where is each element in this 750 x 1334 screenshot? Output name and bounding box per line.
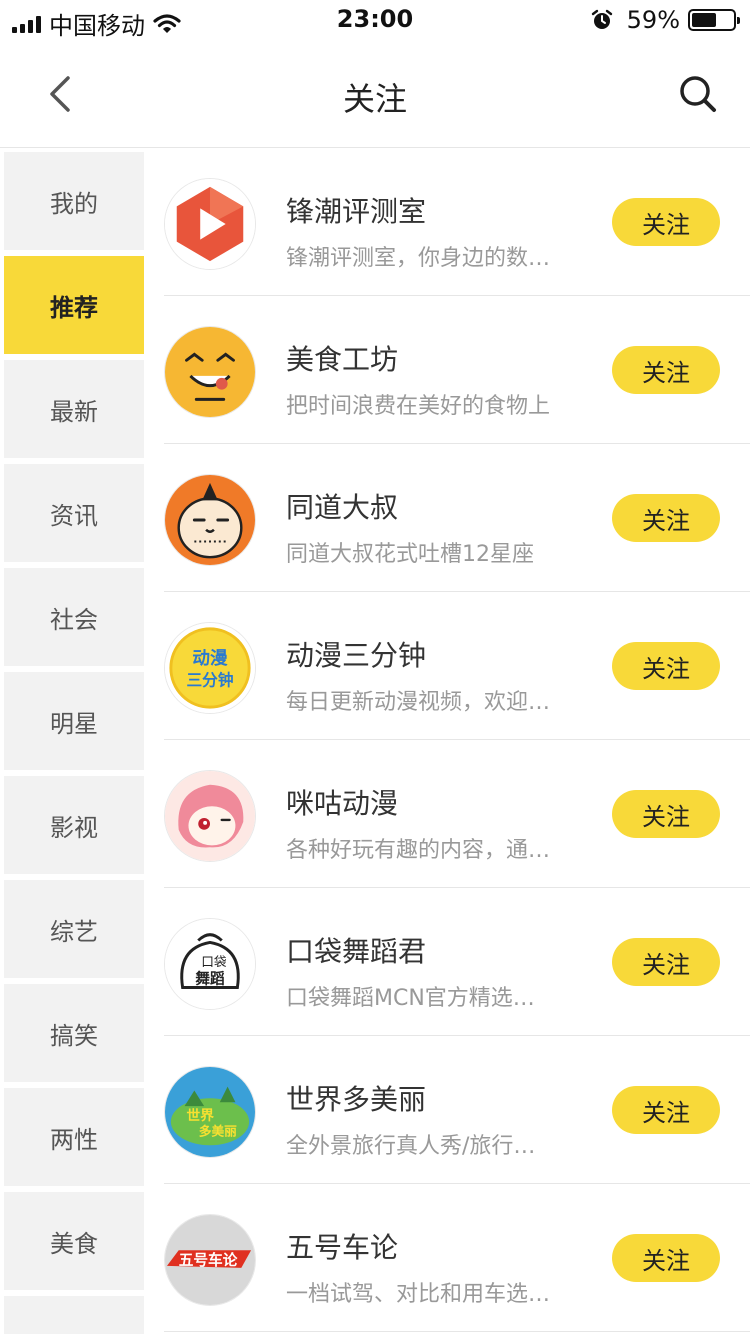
follow-button[interactable]: 关注 bbox=[612, 346, 720, 394]
account-row[interactable]: 动漫 三分钟 动漫三分钟 每日更新动漫视频，欢迎… 关注 bbox=[164, 592, 750, 740]
follow-button[interactable]: 关注 bbox=[612, 938, 720, 986]
battery-percent: 59% bbox=[626, 6, 680, 34]
follow-button[interactable]: 关注 bbox=[612, 642, 720, 690]
search-icon[interactable] bbox=[678, 74, 718, 114]
account-row[interactable]: 锋潮评测室锋潮评测室，你身边的数… 关注 bbox=[164, 148, 750, 296]
logo-line-1: 五号车论 bbox=[179, 1251, 238, 1269]
account-name: 锋潮评测室 bbox=[286, 195, 427, 228]
account-row[interactable]: 美食工坊把时间浪费在美好的食物上 关注 bbox=[164, 296, 750, 444]
account-avatar[interactable] bbox=[164, 178, 256, 270]
sidebar-item[interactable]: 美食 bbox=[4, 1192, 144, 1290]
account-list: 锋潮评测室 锋潮评测室，你身边的数… 关注 美食工坊 把时间浪费在美好的食物上 关注 同… bbox=[164, 148, 750, 1334]
sidebar-item[interactable]: 我的 bbox=[4, 152, 144, 250]
sidebar-item[interactable]: 综艺 bbox=[4, 880, 144, 978]
account-avatar[interactable] bbox=[164, 326, 256, 418]
logo-line-1: 口袋 bbox=[201, 954, 227, 969]
account-description: 锋潮评测室，你身边的数… bbox=[286, 246, 551, 271]
account-description: 口袋舞蹈MCN官方精选… bbox=[286, 986, 535, 1011]
account-avatar[interactable]: 口袋 舞蹈 bbox=[164, 918, 256, 1010]
page-title: 关注 bbox=[342, 80, 407, 118]
account-row[interactable]: 咪咕动漫各种好玩有趣的内容，通… 关注 bbox=[164, 740, 750, 888]
account-avatar[interactable] bbox=[164, 770, 256, 862]
account-row[interactable]: 世界 多美丽 世界多美丽全外景旅行真人秀/旅行… 关注 bbox=[164, 1036, 750, 1184]
account-name: 五号车论 bbox=[286, 1231, 399, 1264]
category-sidebar: 我的 推荐 最新 资讯 社会 明星 影视 综艺 搞笑 两性 美食 bbox=[0, 148, 150, 1334]
account-avatar[interactable]: 动漫 三分钟 bbox=[164, 622, 256, 714]
account-row[interactable]: 五号车论 五号车论一档试驾、对比和用车选… 关注 bbox=[164, 1184, 750, 1332]
follow-button[interactable]: 关注 bbox=[612, 198, 720, 246]
sidebar-item[interactable]: 最新 bbox=[4, 360, 144, 458]
battery-icon bbox=[688, 9, 740, 31]
account-row[interactable]: 口袋 舞蹈 口袋舞蹈君口袋舞蹈MCN官方精选… 关注 bbox=[164, 888, 750, 1036]
sidebar-item[interactable]: 搞笑 bbox=[4, 984, 144, 1082]
sidebar-item-partial[interactable] bbox=[4, 1296, 144, 1334]
account-row[interactable]: 同道大叔同道大叔花式吐槽12星座 关注 bbox=[164, 444, 750, 592]
follow-button[interactable]: 关注 bbox=[612, 1234, 720, 1282]
account-name: 世界多美丽 bbox=[286, 1083, 427, 1116]
logo-line-2: 多美丽 bbox=[199, 1123, 237, 1138]
logo-line-1: 动漫 bbox=[192, 648, 228, 669]
status-right: 59% bbox=[591, 6, 740, 34]
account-name: 咪咕动漫 bbox=[286, 787, 399, 820]
account-description: 每日更新动漫视频，欢迎… bbox=[286, 690, 551, 715]
alarm-icon bbox=[591, 9, 612, 29]
account-name: 美食工坊 bbox=[286, 343, 399, 376]
battery-fill bbox=[692, 13, 716, 27]
sidebar-item[interactable]: 推荐 bbox=[4, 256, 144, 354]
account-description: 把时间浪费在美好的食物上 bbox=[286, 394, 551, 419]
account-description: 一档试驾、对比和用车选… bbox=[286, 1282, 551, 1307]
nav-bar: 关注 bbox=[0, 40, 750, 148]
logo-line-2: 舞蹈 bbox=[195, 970, 225, 988]
account-avatar[interactable]: 世界 多美丽 bbox=[164, 1066, 256, 1158]
account-name: 同道大叔 bbox=[286, 491, 399, 524]
status-bar: 中国移动 23:00 59% bbox=[0, 0, 750, 40]
account-description: 各种好玩有趣的内容，通… bbox=[286, 838, 551, 863]
account-avatar[interactable]: 五号车论 bbox=[164, 1214, 256, 1306]
sidebar-item[interactable]: 影视 bbox=[4, 776, 144, 874]
account-avatar[interactable] bbox=[164, 474, 256, 566]
account-name: 口袋舞蹈君 bbox=[286, 935, 427, 968]
logo-line-2: 三分钟 bbox=[187, 671, 234, 690]
account-description: 同道大叔花式吐槽12星座 bbox=[286, 542, 534, 567]
follow-button[interactable]: 关注 bbox=[612, 1086, 720, 1134]
sidebar-item[interactable]: 两性 bbox=[4, 1088, 144, 1186]
follow-button[interactable]: 关注 bbox=[612, 790, 720, 838]
sidebar-item[interactable]: 社会 bbox=[4, 568, 144, 666]
logo-line-1: 世界 bbox=[187, 1107, 215, 1124]
sidebar-item[interactable]: 明星 bbox=[4, 672, 144, 770]
account-name: 动漫三分钟 bbox=[286, 639, 427, 672]
follow-button[interactable]: 关注 bbox=[612, 494, 720, 542]
account-description: 全外景旅行真人秀/旅行… bbox=[286, 1134, 536, 1159]
sidebar-item[interactable]: 资讯 bbox=[4, 464, 144, 562]
